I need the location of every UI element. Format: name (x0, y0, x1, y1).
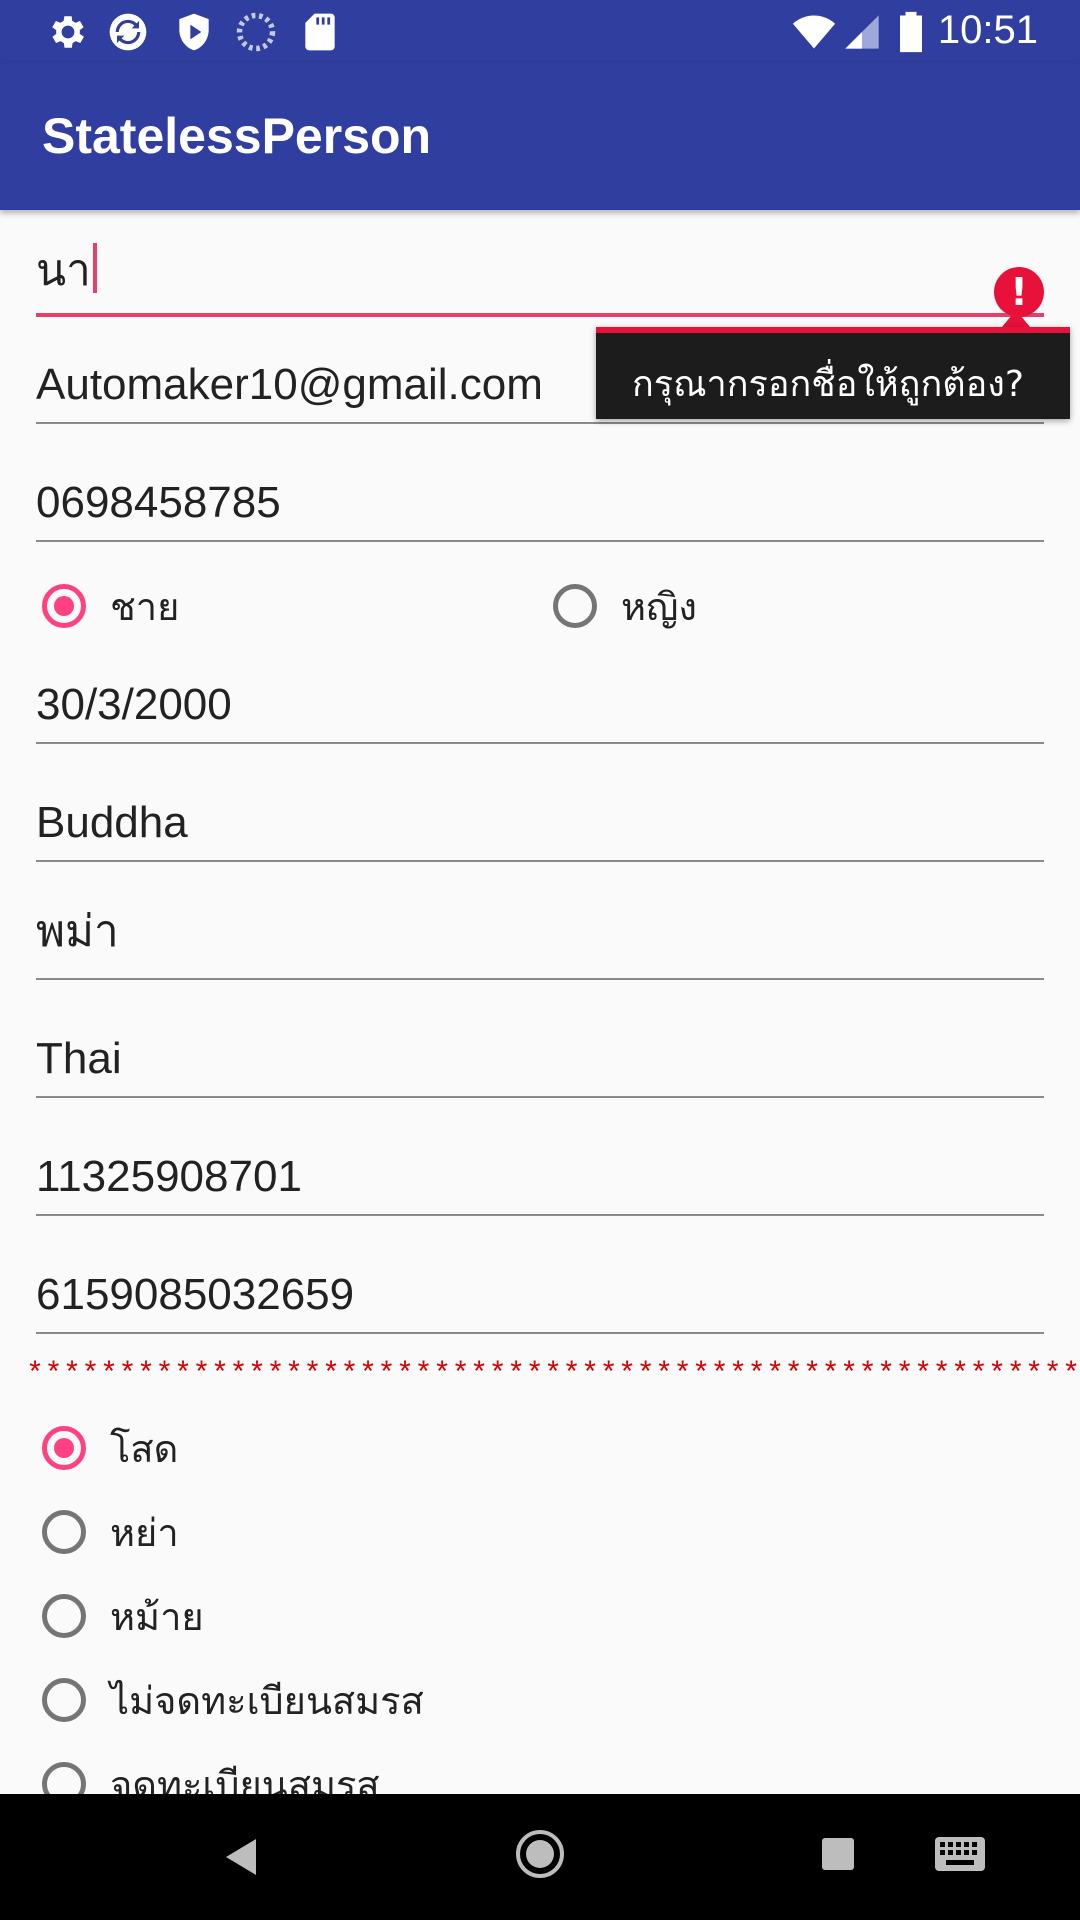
text-caret (92, 243, 97, 293)
clock: 10:51 (937, 8, 1038, 52)
error-message: กรุณากรอกชื่อให้ถูกต้อง? (632, 364, 1024, 405)
name-input[interactable]: นา ! (36, 237, 1044, 317)
shield-play-icon (179, 13, 209, 51)
error-tooltip: กรุณากรอกชื่อให้ถูกต้อง? (596, 327, 1070, 419)
app-bar: StatelessPerson (0, 63, 1080, 210)
id-number-1-value: 11325908701 (36, 1152, 302, 1201)
id-number-field-2[interactable]: 6159085032659 (36, 1254, 1044, 1334)
loading-icon (236, 12, 276, 52)
marital-divorced-label: หย่า (110, 1510, 179, 1555)
marital-radio-divorced[interactable]: หย่า (42, 1502, 179, 1562)
marital-radio-registered[interactable]: จดทะเบียนสมรส (42, 1754, 380, 1794)
radio-checked-icon (42, 584, 86, 628)
wifi-icon (792, 15, 836, 49)
gender-radio-male[interactable]: ชาย (42, 576, 179, 636)
name-value-text: นา (36, 246, 91, 295)
app-title: StatelessPerson (42, 108, 432, 164)
radio-unchecked-icon (553, 584, 597, 628)
id-number-field-1[interactable]: 11325908701 (36, 1136, 1044, 1216)
back-icon[interactable] (222, 1836, 260, 1878)
marital-widowed-label: หม้าย (110, 1594, 204, 1639)
separator-stars: ****************************************… (26, 1358, 1080, 1392)
radio-unchecked-icon (42, 1510, 86, 1554)
form-scroll-area[interactable]: นา ! Automaker10@gmail.com 0698458785 ชา… (0, 210, 1080, 1794)
religion-value: Buddha (36, 798, 188, 847)
origin-value: พม่า (36, 907, 119, 956)
radio-unchecked-icon (42, 1762, 86, 1794)
tooltip-arrow (1002, 310, 1030, 327)
phone-field[interactable]: 0698458785 (36, 462, 1044, 542)
birthdate-value: 30/3/2000 (36, 680, 232, 729)
radio-unchecked-icon (42, 1678, 86, 1722)
gender-female-label: หญิง (621, 584, 697, 629)
gender-radio-female[interactable]: หญิง (553, 576, 697, 636)
marital-registered-label: จดทะเบียนสมรส (110, 1762, 380, 1795)
birthdate-field[interactable]: 30/3/2000 (36, 664, 1044, 744)
nationality-field[interactable]: Thai (36, 1018, 1044, 1098)
sd-card-icon (305, 13, 335, 51)
phone-value: 0698458785 (36, 478, 281, 527)
marital-unregistered-label: ไม่จดทะเบียนสมรส (110, 1678, 424, 1723)
marital-single-label: โสด (110, 1426, 179, 1471)
id-number-2-value: 6159085032659 (36, 1270, 355, 1319)
name-input-value: นา (36, 235, 97, 305)
navigation-bar (0, 1794, 1080, 1920)
settings-icon (52, 16, 84, 48)
battery-icon (900, 11, 922, 53)
marital-radio-single[interactable]: โสด (42, 1418, 178, 1478)
keyboard-icon[interactable] (934, 1836, 986, 1872)
marital-radio-unregistered[interactable]: ไม่จดทะเบียนสมรส (42, 1670, 424, 1730)
status-bar: 10:51 (0, 0, 1080, 63)
signal-icon (845, 15, 879, 49)
radio-checked-icon (42, 1426, 86, 1470)
origin-field[interactable]: พม่า (36, 900, 1044, 980)
gender-male-label: ชาย (110, 584, 180, 629)
radio-unchecked-icon (42, 1594, 86, 1638)
nationality-value: Thai (36, 1034, 122, 1083)
recents-icon[interactable] (820, 1836, 856, 1872)
marital-radio-widowed[interactable]: หม้าย (42, 1586, 204, 1646)
religion-field[interactable]: Buddha (36, 782, 1044, 862)
sync-icon (109, 13, 147, 51)
email-value: Automaker10@gmail.com (36, 360, 543, 409)
home-icon[interactable] (514, 1828, 566, 1880)
